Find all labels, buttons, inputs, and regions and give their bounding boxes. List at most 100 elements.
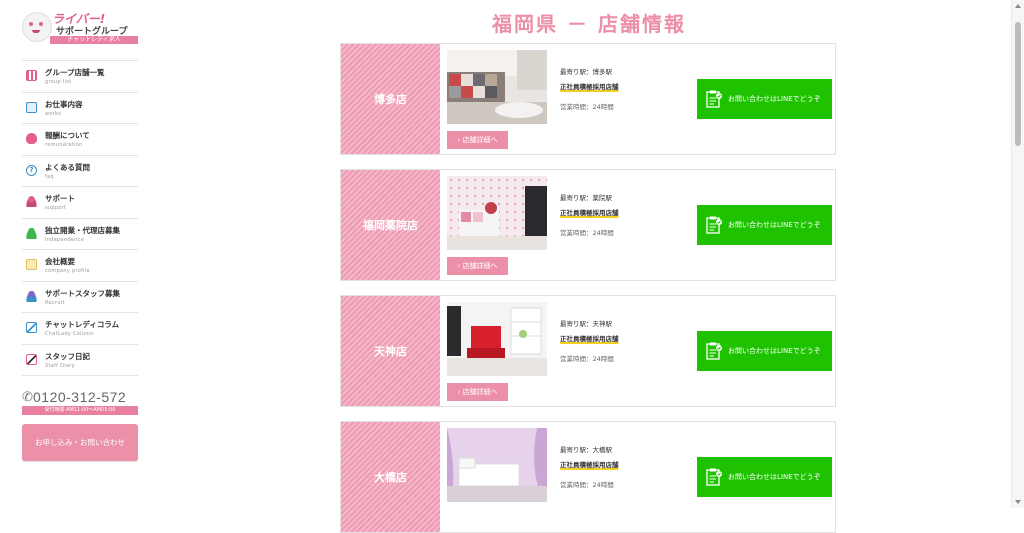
sidebar-item-label: お仕事内容 bbox=[45, 99, 83, 109]
scroll-down-arrow-icon[interactable] bbox=[1015, 500, 1021, 504]
line-inquiry-label: お問い合わせはLINEでどうぞ bbox=[728, 347, 821, 355]
sidebar-item-label: スタッフ日記 bbox=[45, 351, 90, 361]
phone-number-text: 0120-312-572 bbox=[33, 389, 127, 405]
pen-icon bbox=[26, 322, 37, 333]
checklist-icon bbox=[706, 468, 722, 486]
store-name-panel: 福岡薬院店 bbox=[341, 170, 440, 280]
business-hours: 営業時間：24時間 bbox=[560, 229, 614, 237]
store-name: 大橋店 bbox=[374, 471, 407, 484]
sidebar-item-independence[interactable]: 独立開業・代理店募集 independence bbox=[22, 219, 138, 250]
logo-line-3: チャットレディ求人 bbox=[50, 36, 138, 44]
apply-contact-button[interactable]: お申し込み・お問い合わせ bbox=[22, 424, 138, 461]
site-logo[interactable]: ライバー! サポートグループ チャットレディ求人 bbox=[22, 10, 140, 44]
sidebar-item-sublabel: faq bbox=[45, 173, 54, 180]
page-scrollbar[interactable] bbox=[1011, 0, 1024, 508]
line-inquiry-label: お問い合わせはLINEでどうぞ bbox=[728, 95, 821, 103]
sidebar-item-sublabel: group list bbox=[45, 79, 72, 85]
store-card: 博多店 › 店舗詳細へ 最寄り駅：博多駅 正社員積極採用店舗 営業時間：24時間… bbox=[340, 43, 836, 155]
store-meta: 最寄り駅：博多駅 正社員積極採用店舗 営業時間：24時間 bbox=[560, 66, 700, 111]
nearest-station: 最寄り駅：博多駅 bbox=[560, 68, 612, 76]
question-icon: ? bbox=[26, 164, 37, 176]
sidebar-item-label: 報酬について bbox=[45, 131, 90, 140]
checklist-icon bbox=[706, 216, 722, 234]
business-hours: 営業時間：24時間 bbox=[560, 481, 614, 489]
monitor-icon bbox=[26, 101, 37, 113]
employment-badge: 正社員積極採用店舗 bbox=[560, 83, 619, 91]
store-name: 博多店 bbox=[374, 93, 407, 106]
checklist-icon bbox=[706, 90, 722, 108]
store-photo bbox=[447, 176, 547, 250]
store-detail-button[interactable]: › 店舗詳細へ bbox=[447, 383, 508, 401]
sidebar-item-sublabel: Recruit bbox=[45, 299, 65, 306]
person-icon bbox=[26, 227, 37, 239]
store-name-panel: 天神店 bbox=[341, 296, 440, 406]
line-inquiry-label: お問い合わせはLINEでどうぞ bbox=[728, 221, 821, 229]
nearest-station: 最寄り駅：天神駅 bbox=[560, 320, 612, 328]
phone-icon: ✆ bbox=[22, 390, 33, 405]
line-inquiry-button[interactable]: お問い合わせはLINEでどうぞ bbox=[697, 457, 832, 497]
store-card: 福岡薬院店 › 店舗詳細へ 最寄り駅：薬院駅 正社員積極採用店舗 営業時間：24… bbox=[340, 169, 836, 281]
sidebar-item-recruit[interactable]: サポートスタッフ募集 Recruit bbox=[22, 282, 138, 313]
store-detail-label: 店舗詳細へ bbox=[462, 136, 498, 144]
sidebar-item-faq[interactable]: ? よくある質問 faq bbox=[22, 156, 138, 187]
employment-badge: 正社員積極採用店舗 bbox=[560, 209, 619, 217]
store-name: 天神店 bbox=[374, 345, 407, 358]
sidebar-item-label: サポートスタッフ募集 bbox=[45, 288, 120, 298]
sidebar-item-sublabel: support bbox=[45, 205, 67, 211]
business-hours: 営業時間：24時間 bbox=[560, 355, 614, 363]
business-hours: 営業時間：24時間 bbox=[560, 103, 614, 111]
sidebar-item-label: 独立開業・代理店募集 bbox=[45, 225, 120, 235]
sidebar-item-sublabel: independence bbox=[45, 236, 85, 243]
store-photo bbox=[447, 428, 547, 502]
page-title: 福岡県 － 店舗情報 bbox=[492, 12, 686, 36]
store-card: 天神店 › 店舗詳細へ 最寄り駅：天神駅 正社員積極採用店舗 営業時間：24時間… bbox=[340, 295, 836, 407]
shop-icon bbox=[26, 70, 37, 81]
store-name: 福岡薬院店 bbox=[363, 219, 418, 232]
line-inquiry-label: お問い合わせはLINEでどうぞ bbox=[728, 473, 821, 481]
sidebar-item-label: よくある質問 bbox=[45, 162, 90, 172]
sidebar-item-sublabel: company profile bbox=[45, 268, 90, 274]
store-card: 大橋店 最寄り駅：大橋駅 正社員積極採用店舗 営業時間：24時間 お問い合わせは… bbox=[340, 421, 836, 533]
store-detail-button[interactable]: › 店舗詳細へ bbox=[447, 131, 508, 149]
sidebar-nav: グループ店舗一覧 group list お仕事内容 works 報酬について r… bbox=[22, 60, 138, 376]
sidebar-item-sublabel: Staff Diary bbox=[45, 362, 75, 369]
sidebar-item-column[interactable]: チャットレディコラム ChatLady Column bbox=[22, 313, 138, 345]
sidebar: ライバー! サポートグループ チャットレディ求人 グループ店舗一覧 group … bbox=[0, 0, 150, 508]
sidebar-item-label: サポート bbox=[45, 194, 75, 203]
staff-icon bbox=[26, 290, 37, 302]
employment-badge: 正社員積極採用店舗 bbox=[560, 461, 619, 469]
employment-badge: 正社員積極採用店舗 bbox=[560, 335, 619, 343]
store-name-panel: 大橋店 bbox=[341, 422, 440, 532]
store-meta: 最寄り駅：天神駅 正社員積極採用店舗 営業時間：24時間 bbox=[560, 318, 700, 363]
checklist-icon bbox=[706, 342, 722, 360]
store-detail-button[interactable]: › 店舗詳細へ bbox=[447, 257, 508, 275]
scroll-up-arrow-icon[interactable] bbox=[1015, 4, 1021, 8]
store-detail-label: 店舗詳細へ bbox=[462, 388, 498, 396]
sidebar-item-sublabel: works bbox=[45, 110, 62, 117]
store-meta: 最寄り駅：大橋駅 正社員積極採用店舗 営業時間：24時間 bbox=[560, 444, 700, 489]
sidebar-item-diary[interactable]: スタッフ日記 Staff Diary bbox=[22, 345, 138, 376]
sidebar-item-works[interactable]: お仕事内容 works bbox=[22, 93, 138, 124]
store-photo bbox=[447, 50, 547, 124]
money-bag-icon bbox=[26, 133, 37, 144]
support-person-icon bbox=[26, 196, 37, 207]
sidebar-item-company-profile[interactable]: 会社概要 company profile bbox=[22, 250, 138, 282]
sidebar-item-sublabel: remuneration bbox=[45, 142, 83, 148]
line-inquiry-button[interactable]: お問い合わせはLINEでどうぞ bbox=[697, 79, 832, 119]
line-inquiry-button[interactable]: お問い合わせはLINEでどうぞ bbox=[697, 205, 832, 245]
line-inquiry-button[interactable]: お問い合わせはLINEでどうぞ bbox=[697, 331, 832, 371]
scrollbar-thumb[interactable] bbox=[1015, 22, 1021, 146]
sidebar-item-label: チャットレディコラム bbox=[45, 320, 120, 329]
reception-hours: 受付時間 AM11:00～AM05:00 bbox=[22, 406, 138, 415]
sidebar-item-support[interactable]: サポート support bbox=[22, 187, 138, 219]
sidebar-item-group-list[interactable]: グループ店舗一覧 group list bbox=[22, 61, 138, 93]
store-detail-label: 店舗詳細へ bbox=[462, 262, 498, 270]
sidebar-item-sublabel: ChatLady Column bbox=[45, 331, 94, 337]
mascot-icon bbox=[22, 12, 52, 42]
sidebar-item-label: グループ店舗一覧 bbox=[45, 68, 105, 77]
store-name-panel: 博多店 bbox=[341, 44, 440, 154]
sidebar-item-remuneration[interactable]: 報酬について remuneration bbox=[22, 124, 138, 156]
diary-icon bbox=[26, 353, 37, 365]
store-photo bbox=[447, 302, 547, 376]
phone-number[interactable]: ✆ 0120-312-572 bbox=[22, 388, 138, 408]
